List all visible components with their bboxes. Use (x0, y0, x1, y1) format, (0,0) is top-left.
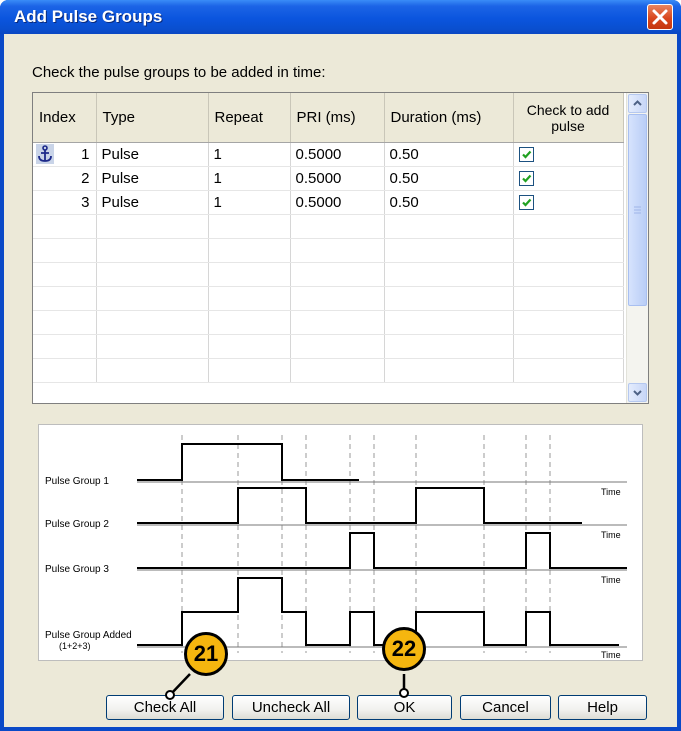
close-button[interactable] (647, 4, 673, 30)
callout-22: 22 (382, 627, 426, 671)
window-title: Add Pulse Groups (14, 7, 163, 26)
callout-21: 21 (184, 632, 228, 676)
title-bar[interactable]: Add Pulse Groups (0, 0, 681, 34)
close-icon (652, 9, 668, 25)
callout-leaders (165, 673, 409, 700)
add-pulse-groups-dialog: Add Pulse Groups Check the pulse groups … (0, 0, 681, 731)
dialog-body: Check the pulse groups to be added in ti… (4, 34, 677, 727)
